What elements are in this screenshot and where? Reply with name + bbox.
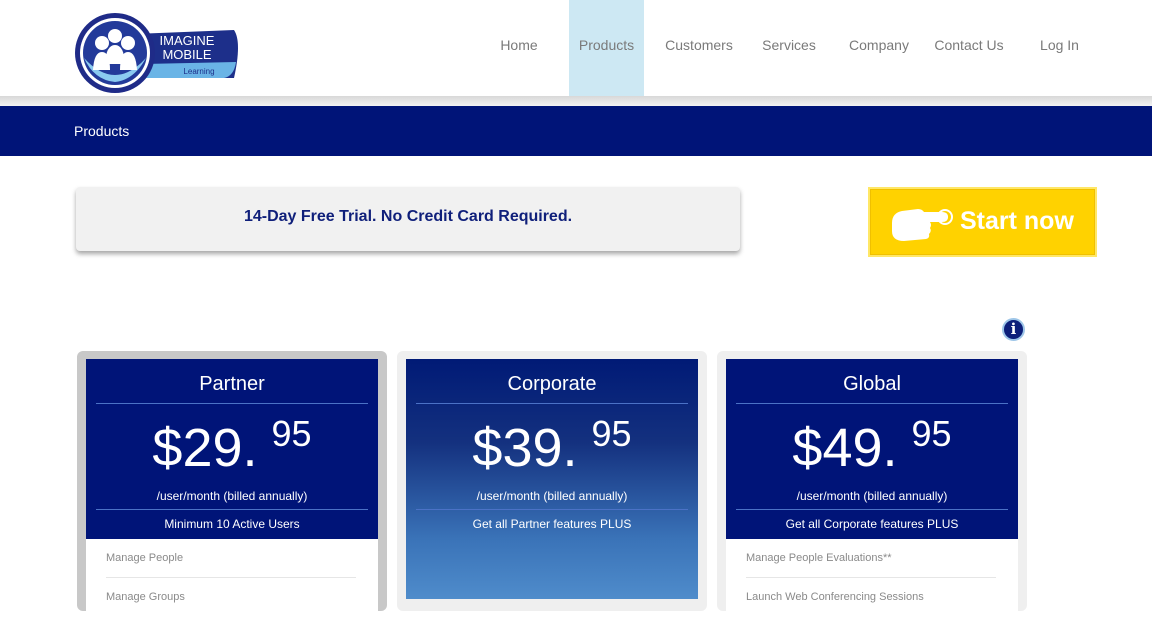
price-main: $29. — [152, 418, 258, 478]
divider — [416, 403, 688, 404]
divider — [96, 403, 368, 404]
nav-products[interactable]: Products — [569, 0, 644, 96]
plan-card-partner[interactable]: Partner $29. 95 /user/month (billed annua… — [77, 351, 387, 619]
divider — [736, 403, 1008, 404]
header-shadow — [0, 96, 1152, 106]
divider — [736, 509, 1008, 510]
plan-name: Partner — [199, 373, 265, 395]
nav-company[interactable]: Company — [843, 0, 915, 96]
plan-price: $29. 95 — [86, 413, 378, 479]
plan-header: Partner $29. 95 /user/month (billed annua… — [86, 359, 378, 539]
feature-item: Manage People — [106, 552, 184, 564]
billing-period: /user/month (billed annually) — [796, 489, 948, 503]
pointing-hand-icon — [892, 209, 953, 241]
plan-note: Minimum 10 Active Users — [164, 517, 300, 531]
divider — [416, 509, 688, 510]
plan-note: Get all Partner features PLUS — [472, 517, 632, 531]
price-cents: 95 — [271, 413, 312, 454]
plan-header: Corporate $39. 95 /user/month (billed ann… — [406, 359, 698, 599]
divider — [106, 577, 356, 578]
page-title: Products — [74, 123, 130, 139]
nav-contact-us[interactable]: Contact Us — [930, 0, 1008, 96]
nav-services[interactable]: Services — [757, 0, 821, 96]
main-nav: Home Products Customers Services Company… — [0, 0, 1152, 96]
feature-item: Manage Groups — [106, 591, 185, 603]
plan-price: $39. 95 — [406, 413, 698, 479]
start-now-label: Start now — [960, 207, 1074, 235]
nav-home[interactable]: Home — [493, 0, 545, 96]
price-cents: 95 — [591, 413, 632, 454]
price-main: $39. — [472, 418, 578, 478]
plan-name: Corporate — [507, 373, 597, 395]
plan-note: Get all Corporate features PLUS — [785, 517, 959, 531]
free-trial-text: 14-Day Free Trial. No Credit Card Requir… — [243, 208, 573, 225]
site-header: IMAGINE MOBILE Learning Home Products Cu… — [0, 0, 1152, 96]
feature-list: Manage People Manage Groups — [86, 539, 378, 619]
plan-price: $49. 95 — [726, 413, 1018, 479]
info-icon[interactable]: i — [1002, 318, 1025, 341]
plan-header: Global $49. 95 /user/month (billed annual… — [726, 359, 1018, 539]
billing-period: /user/month (billed annually) — [476, 489, 628, 503]
page-title-band: Products — [0, 106, 1152, 156]
free-trial-banner: 14-Day Free Trial. No Credit Card Requir… — [76, 187, 740, 251]
plan-card-corporate[interactable]: Corporate $39. 95 /user/month (billed ann… — [397, 351, 707, 611]
price-main: $49. — [792, 418, 898, 478]
feature-list: Manage People Evaluations** Launch Web C… — [726, 539, 1018, 619]
price-cents: 95 — [911, 413, 952, 454]
nav-log-in[interactable]: Log In — [1034, 0, 1085, 96]
plan-card-global[interactable]: Global $49. 95 /user/month (billed annual… — [717, 351, 1027, 619]
divider — [96, 509, 368, 510]
billing-period: /user/month (billed annually) — [156, 489, 308, 503]
feature-item: Manage People Evaluations** — [746, 552, 892, 564]
nav-customers[interactable]: Customers — [660, 0, 738, 96]
feature-item: Launch Web Conferencing Sessions — [746, 591, 924, 603]
divider — [746, 577, 996, 578]
plan-name: Global — [843, 373, 901, 395]
start-now-button[interactable]: Start now — [868, 187, 1097, 257]
